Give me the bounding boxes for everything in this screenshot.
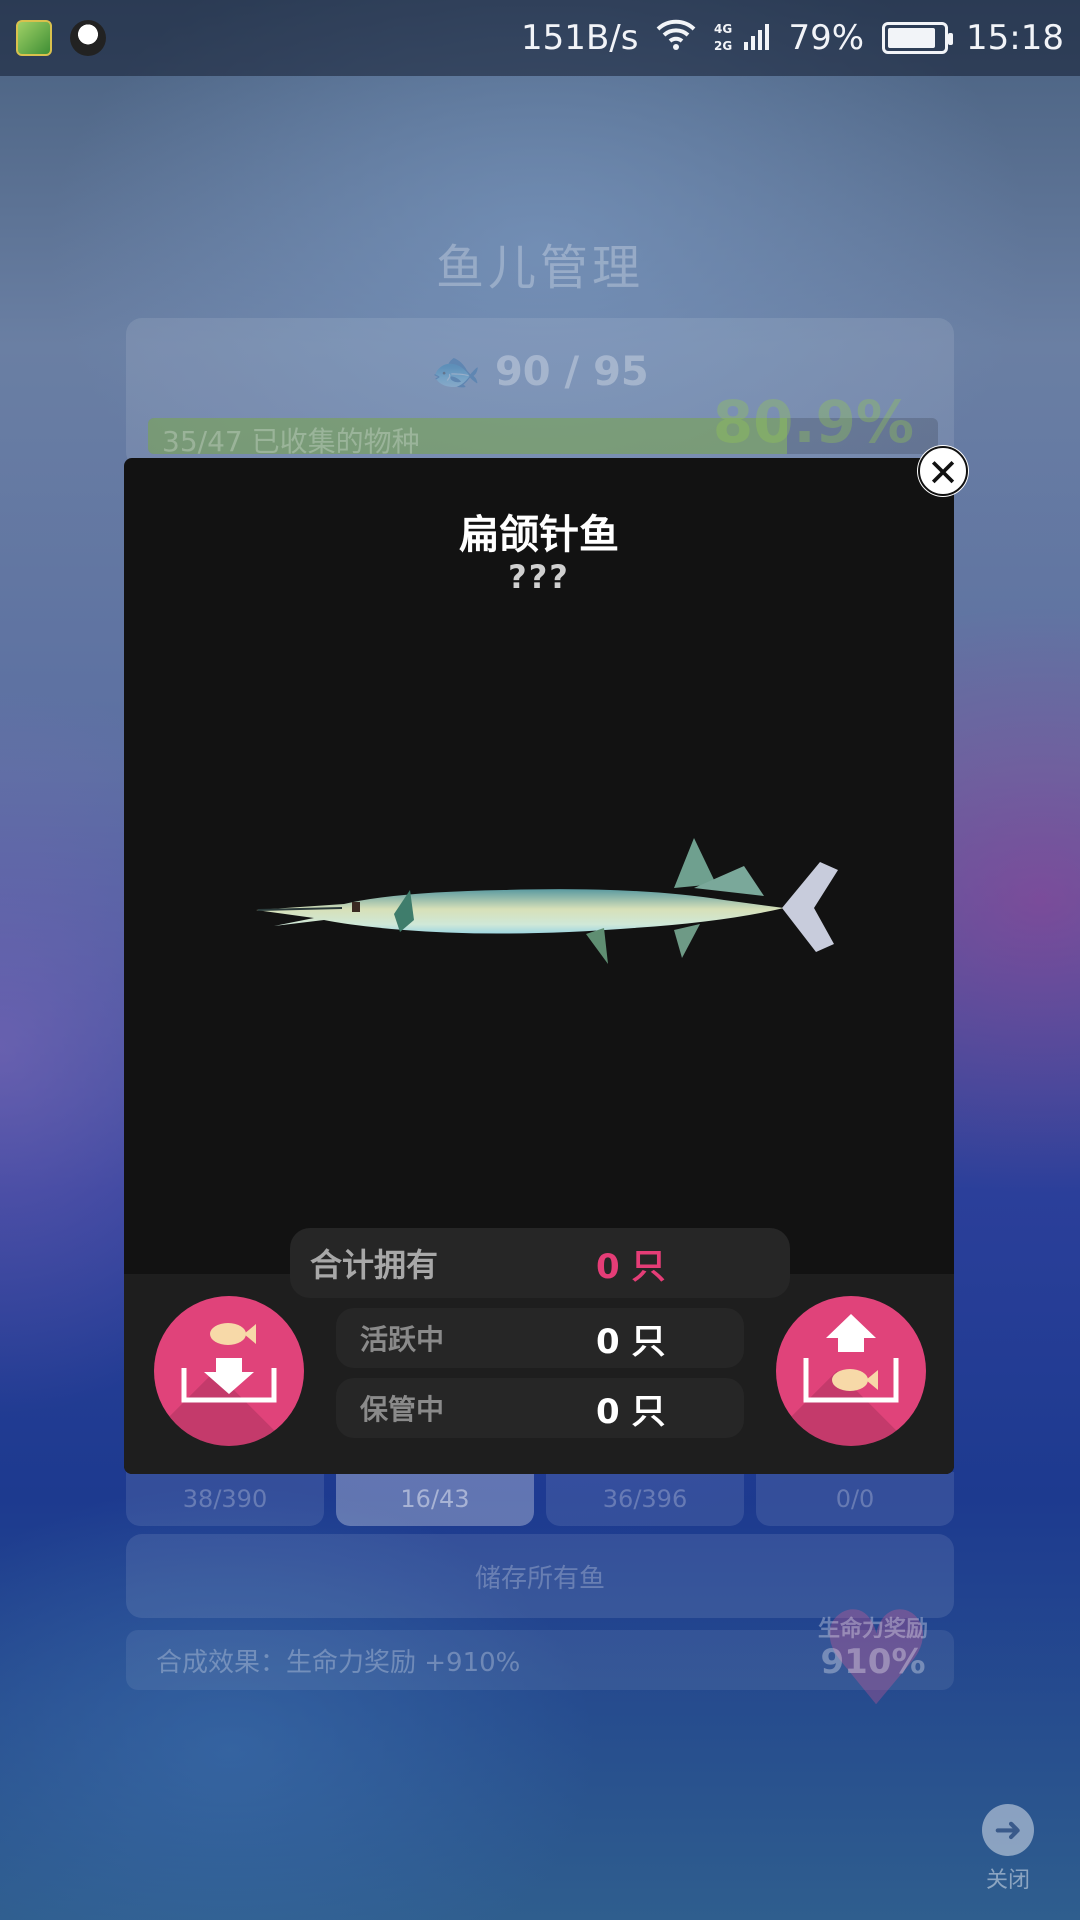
active-row: 活跃中 0 只: [336, 1308, 744, 1368]
release-fish-icon: [803, 1314, 899, 1403]
fish-subtitle: ???: [508, 558, 570, 596]
battery-icon: [882, 22, 954, 54]
total-owned-label: 合计拥有: [310, 1246, 439, 1284]
store-fish-button[interactable]: [154, 1296, 304, 1446]
tab-category-1[interactable]: 38/390: [126, 1472, 324, 1526]
status-bar: 151B/s 4G 2G 79% 15:18: [0, 0, 1080, 76]
tab-category-3[interactable]: 36/396: [546, 1472, 744, 1526]
tab-category-2[interactable]: 16/43: [336, 1472, 534, 1526]
close-label: 关闭: [985, 1868, 1030, 1893]
total-owned-row: 合计拥有 0 只: [290, 1228, 790, 1298]
vitality-bonus-badge: ♥ 生命力奖励 910%: [818, 1594, 935, 1724]
category-tabs: 38/390 16/43 36/396 0/0: [126, 1472, 954, 1526]
svg-text:4G: 4G: [714, 22, 732, 36]
clock: 15:18: [966, 18, 1064, 58]
stored-label: 保管中: [360, 1393, 445, 1426]
page-title: 鱼儿管理: [435, 240, 644, 296]
collection-percent: 80.9%: [712, 388, 914, 456]
arrow-right-icon: ➜: [982, 1804, 1034, 1856]
active-value: 0 只: [596, 1321, 666, 1362]
app-notification-icon: [16, 20, 52, 56]
fish-count: 🐟 90 / 95: [0, 348, 1080, 395]
fish-count-value: 90 / 95: [494, 349, 649, 395]
status-indicators: 151B/s 4G 2G 79% 15:18: [521, 17, 1064, 59]
wifi-icon: [656, 17, 696, 59]
battery-percent: 79%: [788, 18, 865, 58]
fish-name: 扁颌针鱼: [459, 512, 619, 558]
svg-text:2G: 2G: [714, 39, 732, 53]
stored-value: 0 只: [596, 1391, 666, 1432]
notification-icons: [16, 20, 106, 56]
net-speed: 151B/s: [521, 18, 639, 58]
release-fish-button[interactable]: [776, 1296, 926, 1446]
close-screen-button[interactable]: ➜ 关闭: [968, 1804, 1048, 1894]
store-fish-icon: [181, 1323, 277, 1403]
vitality-bonus-value: 910%: [820, 1642, 926, 1682]
active-label: 活跃中: [360, 1323, 445, 1356]
fish-icon: 🐟: [431, 349, 495, 395]
qq-notification-icon: [70, 20, 106, 56]
total-owned-value: 0 只: [596, 1246, 666, 1287]
stored-row: 保管中 0 只: [336, 1378, 744, 1438]
cell-signal-icon: 4G 2G: [714, 20, 770, 57]
close-icon[interactable]: ✕: [918, 446, 968, 496]
collection-progress-text: 35/47 已收集的物种: [162, 425, 420, 458]
tab-category-4[interactable]: 0/0: [756, 1472, 954, 1526]
vitality-bonus-label: 生命力奖励: [818, 1617, 929, 1642]
fish-illustration: [254, 818, 854, 978]
